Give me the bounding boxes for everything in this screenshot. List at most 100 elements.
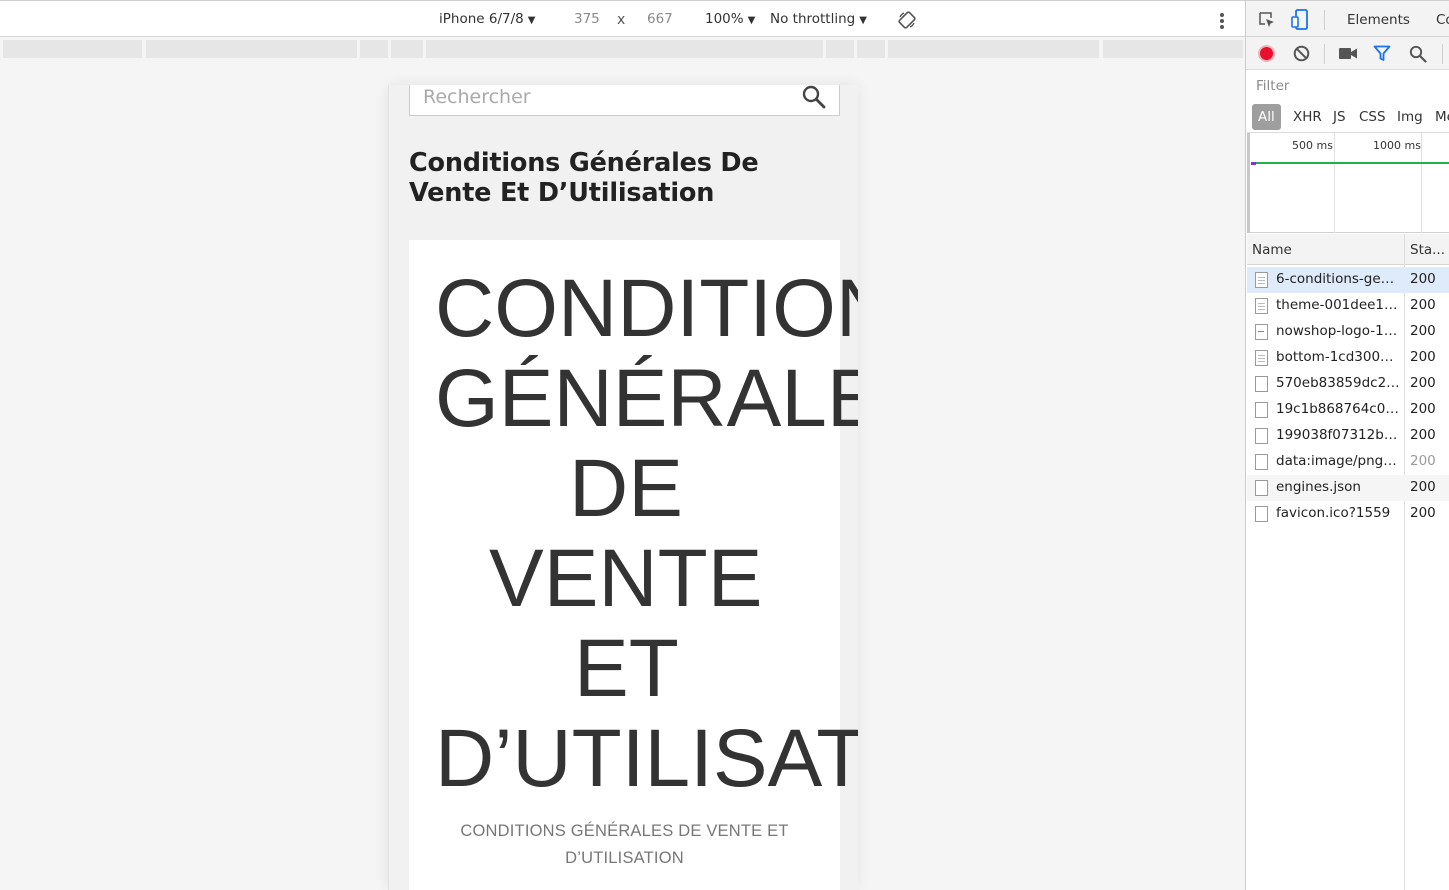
request-name: 19c1b868764c0e.jpg xyxy=(1276,401,1400,417)
request-name: data:image/png;base64 xyxy=(1276,453,1400,469)
device-toolbar: iPhone 6/7/8 ▼ 375 x 667 100% ▼ No throttl… xyxy=(0,0,1245,37)
table-row[interactable]: 199038f07312bf.jpg 200 xyxy=(1247,423,1449,449)
page-title: Conditions Générales De Vente Et D’Utili… xyxy=(409,148,759,208)
request-status: 200 xyxy=(1410,323,1436,339)
screenshot-camera-icon[interactable] xyxy=(1338,46,1358,61)
more-options-icon[interactable] xyxy=(1214,11,1230,29)
content-card: CONDITIONS GÉNÉRALES DE VENTE ET D’UTILI… xyxy=(409,240,858,890)
table-row[interactable]: 19c1b868764c0e.jpg 200 xyxy=(1247,397,1449,423)
filter-js[interactable]: JS xyxy=(1327,104,1352,130)
toolbar-divider xyxy=(1324,10,1325,30)
timeline-marker xyxy=(1251,162,1256,165)
blank-icon xyxy=(1255,506,1268,522)
request-status: 200 xyxy=(1410,427,1436,443)
filter-all[interactable]: All xyxy=(1252,104,1281,130)
record-icon[interactable] xyxy=(1258,45,1275,62)
request-name: nowshop-logo-1.svg xyxy=(1276,323,1400,339)
request-name: 199038f07312bf.jpg xyxy=(1276,427,1400,443)
hero-line: DE xyxy=(569,443,683,534)
request-status: 200 xyxy=(1410,271,1436,287)
request-status: 200 xyxy=(1410,297,1436,313)
table-row[interactable]: engines.json 200 xyxy=(1247,475,1449,501)
filter-icon[interactable] xyxy=(1373,45,1391,62)
device-select[interactable]: iPhone 6/7/8 ▼ xyxy=(439,11,535,27)
doc-icon xyxy=(1255,298,1268,314)
table-row[interactable]: 570eb83859dc2.jpg 200 xyxy=(1247,371,1449,397)
request-status: 200 xyxy=(1410,479,1436,495)
network-request-table: Name Sta... 6-conditions-generales-de-ve… xyxy=(1247,234,1449,890)
clear-icon[interactable] xyxy=(1293,45,1310,62)
zoom-select-label: 100% xyxy=(705,11,744,27)
toolbar-divider xyxy=(1324,44,1325,64)
media-query-segment[interactable] xyxy=(1103,40,1243,58)
media-query-bar xyxy=(3,40,1243,58)
filter-input[interactable] xyxy=(1250,75,1446,97)
column-header-status[interactable]: Sta... xyxy=(1410,242,1445,258)
search-input[interactable] xyxy=(423,85,783,115)
timeline-gridline xyxy=(1421,133,1422,233)
hero-line: GÉNÉRALES xyxy=(435,353,858,444)
height-field[interactable]: 667 xyxy=(647,11,673,27)
chevron-down-icon: ▼ xyxy=(747,15,756,26)
filter-img[interactable]: Img xyxy=(1391,104,1429,130)
hero-line: CONDITIONS xyxy=(435,263,858,354)
media-query-segment[interactable] xyxy=(857,40,885,58)
dimension-separator: x xyxy=(617,12,626,28)
request-status: 200 xyxy=(1410,349,1436,365)
zoom-select[interactable]: 100% ▼ xyxy=(705,11,755,27)
timeline-handle[interactable] xyxy=(1247,133,1250,233)
table-header: Name Sta... xyxy=(1247,234,1449,265)
request-status: 200 xyxy=(1410,375,1436,391)
throttling-select[interactable]: No throttling ▼ xyxy=(770,11,867,27)
filter-xhr[interactable]: XHR xyxy=(1287,104,1328,130)
hero-line: VENTE xyxy=(489,533,763,624)
blank-icon xyxy=(1255,454,1268,470)
network-toolbar xyxy=(1246,37,1449,70)
media-query-segment[interactable] xyxy=(826,40,854,58)
inspect-element-icon[interactable] xyxy=(1258,11,1276,29)
search-icon[interactable] xyxy=(801,85,827,110)
request-name: theme-001dee1.css xyxy=(1276,297,1400,313)
svg-icon xyxy=(1255,324,1268,340)
rotate-icon[interactable] xyxy=(898,11,916,29)
table-row[interactable]: data:image/png;base64 200 xyxy=(1247,449,1449,475)
filter-media[interactable]: Media xyxy=(1429,104,1449,130)
request-name: favicon.ico?1559 xyxy=(1276,505,1391,521)
media-query-segment[interactable] xyxy=(360,40,388,58)
filter-css[interactable]: CSS xyxy=(1353,104,1392,130)
chevron-down-icon: ▼ xyxy=(859,15,867,26)
device-select-label: iPhone 6/7/8 xyxy=(439,11,524,27)
hero-line: ET xyxy=(574,623,679,714)
media-query-segment[interactable] xyxy=(391,40,423,58)
media-query-segment[interactable] xyxy=(426,40,823,58)
table-row[interactable]: theme-001dee1.css 200 xyxy=(1247,293,1449,319)
blank-icon xyxy=(1255,376,1268,392)
column-header-name[interactable]: Name xyxy=(1252,242,1292,258)
table-row[interactable]: bottom-1cd3001.js 200 xyxy=(1247,345,1449,371)
request-status: 200 xyxy=(1410,453,1436,469)
resource-type-filters: All XHR JS CSS Img Media xyxy=(1250,104,1449,130)
tab-elements[interactable]: Elements xyxy=(1347,12,1410,28)
request-status: 200 xyxy=(1410,505,1436,521)
request-status: 200 xyxy=(1410,401,1436,417)
table-row[interactable]: nowshop-logo-1.svg 200 xyxy=(1247,319,1449,345)
hero-heading: CONDITIONS GÉNÉRALES DE VENTE ET D’UTILI… xyxy=(409,263,858,804)
width-field[interactable]: 375 xyxy=(574,11,600,27)
network-overview-timeline[interactable]: 500 ms 1000 ms xyxy=(1247,132,1449,233)
device-toggle-icon[interactable] xyxy=(1291,9,1309,31)
media-query-segment[interactable] xyxy=(888,40,1099,58)
table-row[interactable]: favicon.ico?1559 200 xyxy=(1247,501,1449,527)
hero-line: D’UTILISATION xyxy=(435,713,858,804)
request-name: 570eb83859dc2.jpg xyxy=(1276,375,1400,391)
table-row[interactable]: 6-conditions-generales-de-vente 200 xyxy=(1247,267,1449,293)
media-query-segment[interactable] xyxy=(3,40,142,58)
tab-console[interactable]: Console xyxy=(1436,12,1449,28)
media-query-segment[interactable] xyxy=(146,40,357,58)
doc-icon xyxy=(1255,350,1268,366)
search-icon[interactable] xyxy=(1409,45,1427,63)
request-name: 6-conditions-generales-de-vente xyxy=(1276,271,1400,287)
doc-icon xyxy=(1255,272,1268,288)
blank-icon xyxy=(1255,480,1268,496)
device-viewport: Conditions Générales De Vente Et D’Utili… xyxy=(388,85,858,890)
device-emulator: iPhone 6/7/8 ▼ 375 x 667 100% ▼ No throttl… xyxy=(0,0,1245,890)
